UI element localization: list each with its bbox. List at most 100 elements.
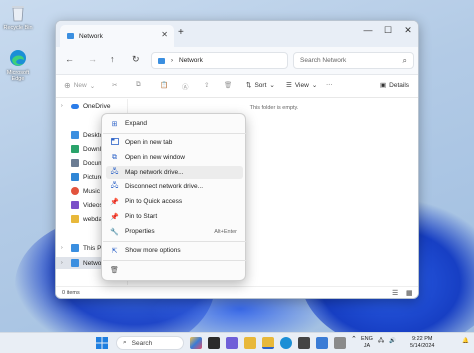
menu-item-open-new-tab[interactable]: Open in new tab bbox=[106, 136, 243, 149]
language-bottom: JA bbox=[363, 343, 371, 349]
tab-title: Network bbox=[79, 32, 103, 40]
sort-button[interactable]: ⇅ Sort ⌄ bbox=[246, 81, 275, 90]
copy-icon[interactable]: ⧉ bbox=[136, 81, 141, 89]
menu-item-expand[interactable]: ⊞ Expand bbox=[106, 117, 243, 130]
tab-network[interactable]: Network ✕ bbox=[60, 25, 174, 47]
desktop-icon-label: Recycle Bin bbox=[3, 25, 33, 31]
desktop-icon-edge[interactable]: Microsoft Edge bbox=[0, 48, 36, 82]
menu-item-shortcut: Alt+Enter bbox=[214, 228, 237, 235]
more-options-icon: ⇱ bbox=[111, 247, 118, 255]
rename-icon[interactable]: Ⓐ bbox=[182, 81, 189, 91]
app-icon[interactable] bbox=[316, 337, 328, 349]
details-button[interactable]: ▣ Details bbox=[380, 81, 410, 90]
document-icon bbox=[71, 159, 79, 167]
taskbar: ⌕ Search ⌃ ENG JA 🖧 🔊 9:22 PM 5/14/2024 … bbox=[0, 332, 474, 353]
new-tab-icon bbox=[110, 138, 119, 147]
menu-item-properties[interactable]: 🔧 Properties Alt+Enter bbox=[106, 225, 243, 238]
nav-item-label: Music bbox=[83, 187, 100, 195]
clock[interactable]: 9:22 PM 5/14/2024 bbox=[410, 336, 434, 350]
recycle-bin-icon bbox=[12, 6, 24, 22]
teams-icon[interactable] bbox=[226, 337, 238, 349]
minimize-button[interactable]: — bbox=[359, 25, 377, 35]
task-view-icon[interactable] bbox=[208, 337, 220, 349]
map-drive-icon: 🖧 bbox=[110, 168, 119, 175]
computer-icon bbox=[71, 244, 79, 252]
forward-arrow-icon[interactable]: → bbox=[88, 54, 97, 64]
menu-item-label: Open in new window bbox=[125, 154, 185, 161]
file-explorer-taskbar-icon[interactable] bbox=[244, 337, 256, 349]
item-count: 0 items bbox=[62, 290, 80, 296]
tab-bar: Network ✕ + — ☐ ✕ bbox=[56, 21, 418, 47]
chevron-right-icon: › bbox=[61, 103, 63, 109]
language-indicator[interactable]: ENG JA bbox=[361, 336, 373, 350]
search-icon: ⌕ bbox=[402, 56, 407, 65]
pin-start-icon: 📌 bbox=[110, 213, 119, 221]
menu-item-disconnect-network-drive[interactable]: 🖧 Disconnect network drive... bbox=[106, 180, 243, 193]
details-label: Details bbox=[389, 81, 410, 89]
file-explorer-active-icon[interactable] bbox=[262, 337, 274, 349]
chevron-right-icon: › bbox=[61, 245, 63, 251]
search-icon: ⌕ bbox=[123, 339, 127, 346]
maximize-button[interactable]: ☐ bbox=[379, 25, 397, 36]
delete-icon[interactable]: 🗑 bbox=[224, 81, 232, 89]
empty-folder-message: This folder is empty. bbox=[249, 105, 299, 111]
more-options-button[interactable]: ··· bbox=[326, 81, 333, 88]
new-tab-button[interactable]: + bbox=[178, 27, 184, 38]
widgets-icon[interactable] bbox=[190, 337, 202, 349]
music-icon bbox=[71, 187, 79, 195]
desktop-icon bbox=[71, 131, 79, 139]
menu-item-open-new-window[interactable]: ⧉ Open in new window bbox=[106, 151, 243, 164]
chevron-right-icon: › bbox=[61, 260, 63, 266]
new-window-icon: ⧉ bbox=[112, 153, 117, 161]
desktop-icon-recycle-bin[interactable]: Recycle Bin bbox=[0, 3, 36, 31]
network-icon bbox=[67, 33, 74, 39]
windows-logo-icon bbox=[96, 337, 108, 349]
menu-item-label: Show more options bbox=[125, 247, 181, 254]
nav-item-onedrive[interactable]: › OneDrive bbox=[56, 100, 128, 112]
menu-item-label: Open in new tab bbox=[125, 139, 173, 146]
menu-item-map-network-drive[interactable]: 🖧 Map network drive... bbox=[106, 166, 243, 179]
close-tab-icon[interactable]: ✕ bbox=[161, 30, 168, 39]
store-icon[interactable] bbox=[298, 337, 310, 349]
cloud-icon bbox=[71, 103, 79, 109]
view-button[interactable]: ☰ View ⌄ bbox=[286, 81, 317, 90]
notification-bell-icon[interactable]: 🔔 bbox=[462, 338, 469, 345]
properties-icon: 🔧 bbox=[110, 228, 119, 236]
details-view-icon[interactable]: ☰ bbox=[392, 289, 398, 297]
expand-icon: ⊞ bbox=[111, 120, 118, 128]
start-button[interactable] bbox=[96, 337, 108, 349]
share-icon[interactable]: ⇪ bbox=[204, 81, 209, 89]
app-icon[interactable] bbox=[334, 337, 346, 349]
refresh-icon[interactable]: ↻ bbox=[132, 54, 140, 65]
view-label: View bbox=[294, 81, 309, 89]
chevron-down-icon: ⌄ bbox=[269, 82, 275, 89]
sort-icon: ⇅ bbox=[246, 82, 252, 89]
menu-item-show-more-options[interactable]: ⇱ Show more options bbox=[106, 244, 243, 257]
taskbar-search[interactable]: ⌕ Search bbox=[116, 336, 184, 350]
menu-item-pin-quick-access[interactable]: 📌 Pin to Quick access bbox=[106, 195, 243, 208]
clock-time: 9:22 PM bbox=[411, 336, 433, 342]
command-bar: ⊕ New ⌄ ✂ ⧉ 📋 Ⓐ ⇪ 🗑 ⇅ Sort ⌄ ☰ View ⌄ ··… bbox=[56, 76, 418, 98]
menu-item-label: Properties bbox=[125, 228, 155, 235]
disconnect-drive-icon: 🖧 bbox=[110, 182, 119, 189]
close-button[interactable]: ✕ bbox=[399, 25, 417, 36]
network-status-icon[interactable]: 🖧 bbox=[378, 338, 384, 345]
chevron-right-icon: › bbox=[171, 57, 173, 64]
tiles-view-icon[interactable]: ▦ bbox=[406, 289, 413, 297]
menu-divider bbox=[103, 241, 246, 242]
back-arrow-icon[interactable]: ← bbox=[65, 54, 74, 64]
cut-icon[interactable]: ✂ bbox=[112, 81, 117, 89]
edge-taskbar-icon[interactable] bbox=[280, 337, 292, 349]
menu-item-label: Pin to Start bbox=[125, 213, 158, 220]
menu-item-label: Expand bbox=[125, 120, 148, 127]
menu-item-pin-start[interactable]: 📌 Pin to Start bbox=[106, 210, 243, 223]
chevron-up-icon[interactable]: ⌃ bbox=[351, 336, 357, 343]
up-arrow-icon[interactable]: ↑ bbox=[110, 54, 115, 64]
search-input[interactable]: Search Network ⌕ bbox=[293, 52, 414, 69]
paste-icon[interactable]: 📋 bbox=[160, 81, 168, 89]
menu-delete-button[interactable]: 🗑 bbox=[106, 263, 122, 276]
picture-icon bbox=[71, 173, 79, 181]
new-button[interactable]: ⊕ New ⌄ bbox=[64, 81, 95, 90]
volume-icon[interactable]: 🔊 bbox=[389, 338, 396, 345]
address-bar[interactable]: › Network bbox=[151, 52, 288, 69]
